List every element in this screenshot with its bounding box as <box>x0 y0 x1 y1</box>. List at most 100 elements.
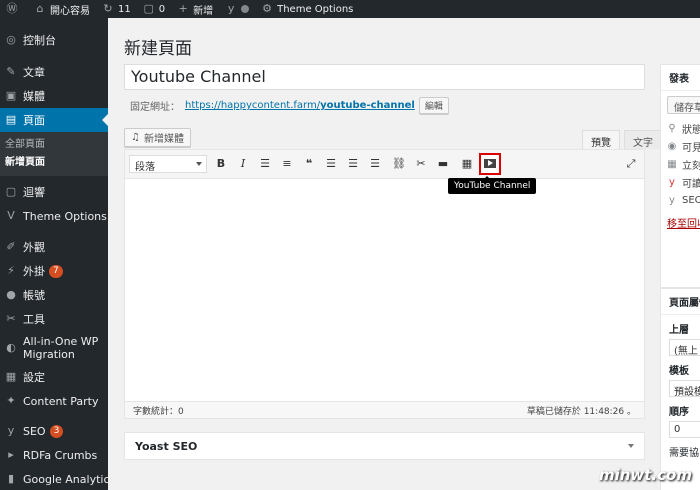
insert-link-button[interactable]: ⛓ <box>391 156 407 172</box>
tab-visual[interactable]: 預覽 <box>582 130 620 149</box>
save-draft-button[interactable]: 儲存草 <box>667 96 700 114</box>
sidebar-item-label: 工具 <box>23 313 45 326</box>
publish-box-title: 發表 <box>661 65 700 91</box>
submenu-all-pages[interactable]: 全部頁面 <box>0 136 108 154</box>
align-center-button[interactable]: ☰ <box>345 156 361 172</box>
sidebar-item-google-analytics[interactable]: ▮ Google Analytics <box>0 467 115 490</box>
blockquote-button[interactable]: ❝ <box>301 156 317 172</box>
align-right-button[interactable]: ☰ <box>367 156 383 172</box>
wp-logo-button[interactable]: Ⓦ <box>0 0 28 18</box>
align-left-button[interactable]: ☰ <box>323 156 339 172</box>
order-input[interactable]: 0 <box>669 421 700 438</box>
main-content: 新建頁面 Youtube Channel 固定網址： https://happy… <box>108 18 700 490</box>
fullscreen-button[interactable]: ⤢ <box>623 156 639 172</box>
submenu-new-page[interactable]: 新增頁面 <box>0 154 108 172</box>
format-select-value: 段落 <box>135 162 155 173</box>
sidebar-item-tools[interactable]: ✂ 工具 <box>0 307 108 331</box>
draft-saved-status: 草稿已儲存於 11:48:26 。 <box>526 406 636 417</box>
sidebar-item-posts[interactable]: ✎ 文章 <box>0 60 108 84</box>
editor-status-bar: 字數統計：0 草稿已儲存於 11:48:26 。 <box>125 401 644 418</box>
sidebar-item-content-party[interactable]: ✦ Content Party <box>0 389 108 413</box>
yoast-icon: y <box>669 194 675 206</box>
permalink-slug: youtube-channel <box>320 100 415 111</box>
publish-visibility-row: ◉ 可見 <box>661 137 700 155</box>
calendar-icon: ▦ <box>667 158 677 170</box>
page-title: 新建頁面 <box>124 39 192 59</box>
home-icon: ⌂ <box>36 2 44 15</box>
sidebar-item-theme-options[interactable]: V Theme Options <box>0 204 108 228</box>
sidebar-item-rdfa-crumbs[interactable]: ▸ RDFa Crumbs <box>0 443 108 467</box>
v-icon: V <box>7 209 15 222</box>
editor-tabs: 預覽 文字 <box>578 130 662 149</box>
user-icon: ● <box>6 288 16 301</box>
remove-link-button[interactable]: ✂ <box>413 156 429 172</box>
yoast-bar-link[interactable]: y <box>219 0 255 18</box>
bullet-list-button[interactable]: ☰ <box>257 156 273 172</box>
site-name-link[interactable]: ⌂ 開心容易 <box>28 0 96 18</box>
permalink-url: https://happycontent.farm/ <box>185 100 321 111</box>
numbered-list-button[interactable]: ≡ <box>279 156 295 172</box>
sidebar-item-label: 頁面 <box>23 114 45 127</box>
plugins-update-badge: 7 <box>49 264 63 278</box>
chevron-down-icon <box>196 162 202 169</box>
sidebar-item-label: 帳號 <box>23 289 45 302</box>
analytics-icon: ▮ <box>7 472 15 485</box>
comments-count: 0 <box>158 3 166 15</box>
media-icon: ♫ <box>131 132 140 143</box>
post-title-input[interactable]: Youtube Channel <box>124 64 645 90</box>
publish-row-label: 可見 <box>682 142 700 154</box>
sidebar-item-settings[interactable]: ▦ 設定 <box>0 365 108 389</box>
attributes-box-title: 頁面屬性 <box>661 289 700 315</box>
updates-link[interactable]: ↻ 11 <box>96 0 137 18</box>
page-icon: ▤ <box>5 113 17 126</box>
comment-icon: ▢ <box>143 2 154 15</box>
yoast-icon: y <box>7 424 15 437</box>
sidebar-item-pages[interactable]: ▤ 頁面 <box>0 108 108 132</box>
plus-icon: + <box>178 2 188 15</box>
template-select[interactable]: 預設模 <box>669 380 700 398</box>
add-media-label: 新增媒體 <box>143 134 184 145</box>
bold-button[interactable]: B <box>213 156 229 172</box>
sidebar-item-label: Theme Options <box>23 209 107 223</box>
publish-row-label: 立刻 <box>682 160 700 172</box>
permalink-link[interactable]: https://happycontent.farm/youtube-channe… <box>185 100 415 111</box>
sidebar-item-plugins[interactable]: ⚡ 外掛 7 <box>0 259 108 283</box>
sidebar-item-comments[interactable]: ▢ 迴響 <box>0 180 108 204</box>
sidebar-item-label: 文章 <box>23 66 45 79</box>
sidebar-item-migration[interactable]: ◐ All-in-One WP Migration <box>0 331 108 365</box>
add-media-button[interactable]: ♫ 新增媒體 <box>124 128 191 147</box>
site-name: 開心容易 <box>50 5 90 17</box>
play-icon <box>484 159 496 168</box>
sidebar-item-seo[interactable]: y SEO 3 <box>0 419 108 443</box>
sidebar-item-label: SEO <box>23 424 46 438</box>
theme-options-label: Theme Options <box>277 3 354 15</box>
sidebar-item-dashboard[interactable]: ◎ 控制台 <box>0 28 108 52</box>
admin-bar: Ⓦ ⌂ 開心容易 ↻ 11 ▢ 0 + 新增 y ⚙ Theme Options <box>0 0 700 18</box>
theme-options-link[interactable]: ⚙ Theme Options <box>255 0 359 18</box>
settings-icon: ▦ <box>5 370 17 383</box>
seo-badge: 3 <box>49 424 64 438</box>
sidebar-item-users[interactable]: ● 帳號 <box>0 283 108 307</box>
read-more-button[interactable]: ▬ <box>435 156 451 172</box>
italic-button[interactable]: I <box>235 156 251 172</box>
sidebar-item-label: 媒體 <box>23 90 45 103</box>
content-editor: 段落 B I ☰ ≡ ❝ ☰ ☰ ☰ ⛓ ✂ ▬ ▦ ⤢ 字數統計：0 草稿已儲… <box>124 149 645 419</box>
sidebar-item-appearance[interactable]: ✐ 外觀 <box>0 235 108 259</box>
new-content-link[interactable]: + 新增 <box>171 0 219 18</box>
eye-icon: ◉ <box>667 140 677 152</box>
yoast-seo-panel[interactable]: Yoast SEO <box>124 432 645 460</box>
sidebar-item-label: Google Analytics <box>23 472 116 486</box>
template-label: 模板 <box>669 366 689 377</box>
toolbar-toggle-button[interactable]: ▦ <box>459 156 475 172</box>
new-label: 新增 <box>193 5 214 17</box>
refresh-icon: ↻ <box>103 2 113 15</box>
edit-permalink-button[interactable]: 編輯 <box>418 97 449 114</box>
arrow-icon: ▸ <box>8 448 14 461</box>
format-select[interactable]: 段落 <box>129 155 207 173</box>
tab-text[interactable]: 文字 <box>624 130 662 149</box>
sidebar-item-media[interactable]: ▣ 媒體 <box>0 84 108 108</box>
comments-link[interactable]: ▢ 0 <box>137 0 171 18</box>
move-to-trash-link[interactable]: 移至回收 <box>661 215 700 230</box>
youtube-channel-button[interactable] <box>479 153 501 175</box>
parent-select[interactable]: (無上 <box>669 339 700 357</box>
